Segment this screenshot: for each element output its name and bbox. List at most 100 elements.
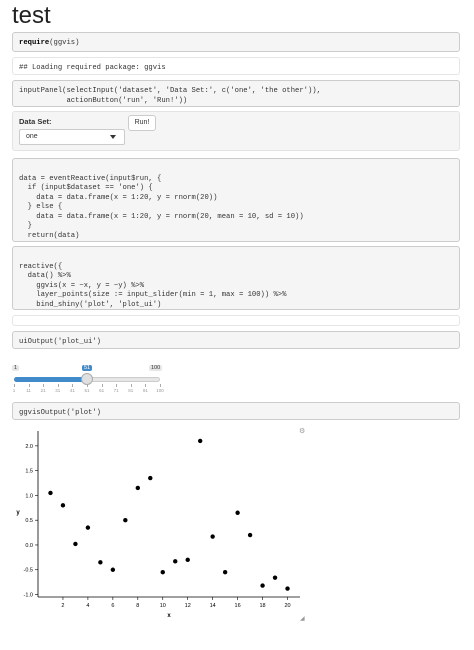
select-label: Data Set: bbox=[19, 117, 52, 126]
code-block-require: require(ggvis) bbox=[12, 32, 460, 52]
slider-tick bbox=[72, 384, 74, 387]
slider-max-label: 100 bbox=[149, 365, 163, 371]
x-tick-label: 20 bbox=[284, 603, 290, 609]
code-keyword: require bbox=[19, 39, 50, 47]
input-panel: Data Set: one Run! bbox=[12, 111, 460, 151]
data-point bbox=[123, 517, 128, 523]
slider-tick-label: 1 bbox=[12, 388, 16, 393]
data-point bbox=[222, 570, 228, 575]
resize-handle-icon[interactable]: ◢ bbox=[300, 615, 305, 622]
y-tick-label: 0.5 bbox=[25, 518, 33, 524]
x-tick-label: 10 bbox=[160, 603, 166, 609]
y-tick-label: 1.0 bbox=[25, 493, 33, 499]
run-button[interactable]: Run! bbox=[128, 115, 156, 131]
slider-min-label: 1 bbox=[12, 365, 20, 371]
data-point bbox=[197, 438, 203, 444]
data-point bbox=[135, 485, 141, 491]
y-tick-label: 0.0 bbox=[25, 543, 33, 549]
y-tick-label: -0.5 bbox=[24, 568, 33, 574]
x-tick-label: 6 bbox=[111, 603, 114, 609]
data-point bbox=[173, 559, 178, 564]
slider-tick bbox=[43, 384, 45, 387]
data-point bbox=[60, 503, 66, 508]
empty-output-box bbox=[12, 315, 460, 326]
caret-down-icon bbox=[110, 135, 116, 139]
slider-tick bbox=[145, 384, 147, 387]
x-tick-label: 16 bbox=[235, 603, 241, 609]
x-tick-label: 2 bbox=[61, 603, 64, 609]
slider-fill bbox=[14, 377, 88, 382]
slider-tick-label: 71 bbox=[113, 388, 119, 393]
x-tick-label: 14 bbox=[210, 603, 216, 609]
y-tick-label: 2.0 bbox=[25, 444, 33, 450]
slider-tick-label: 61 bbox=[99, 388, 105, 393]
code-line: data = data.frame(x = 1:20, y = rnorm(20… bbox=[19, 193, 218, 202]
code-line: inputPanel(selectInput('dataset', 'Data … bbox=[19, 87, 321, 95]
data-point bbox=[110, 567, 116, 572]
code-line: data = data.frame(x = 1:20, y = rnorm(20… bbox=[19, 212, 304, 221]
y-tick-label: 1.5 bbox=[25, 469, 33, 475]
data-point bbox=[98, 560, 103, 565]
code-output-loading: ## Loading required package: ggvis bbox=[12, 57, 460, 75]
data-point bbox=[85, 525, 91, 530]
data-point bbox=[272, 575, 278, 580]
x-axis-label: x bbox=[167, 613, 171, 619]
x-tick-label: 12 bbox=[185, 603, 191, 609]
slider-tick-label: 91 bbox=[142, 388, 148, 393]
slider-tick-row: 1 11 21 31 41 51 61 71 81 91 100 bbox=[12, 384, 164, 394]
code-line: ggvis(x = ~x, y = ~y) %>% bbox=[19, 281, 145, 290]
data-point bbox=[247, 532, 253, 538]
select-value: one bbox=[26, 133, 38, 140]
data-point bbox=[148, 475, 153, 481]
code-block-event-reactive: data = eventReactive(input$run, { if (in… bbox=[12, 158, 460, 242]
x-tick-label: 18 bbox=[260, 603, 266, 609]
code-line: bind_shiny('plot', 'plot_ui') bbox=[19, 300, 162, 309]
data-point bbox=[185, 557, 190, 563]
data-point bbox=[260, 583, 265, 588]
slider-tick bbox=[87, 384, 88, 387]
slider-tick bbox=[116, 384, 118, 387]
slider-tick bbox=[101, 384, 103, 387]
slider-tick bbox=[14, 384, 15, 387]
slider-tick-label: 100 bbox=[156, 388, 164, 393]
code-line: actionButton('run', 'Run!')) bbox=[19, 96, 188, 105]
code-line: if (input$dataset == 'one') { bbox=[19, 184, 153, 192]
code-line: data() %>% bbox=[19, 272, 71, 280]
data-point bbox=[235, 510, 240, 515]
slider-tick-label: 31 bbox=[55, 388, 61, 393]
code-block-ui-output: uiOutput('plot_ui') bbox=[12, 331, 460, 349]
slider-tick-label: 51 bbox=[84, 388, 90, 393]
code-line: layer_points(size := input_slider(min = … bbox=[19, 291, 287, 299]
code-line: reactive({ bbox=[19, 262, 63, 271]
code-block-ggvis-output: ggvisOutput('plot') bbox=[12, 402, 460, 420]
data-point bbox=[160, 570, 165, 575]
data-point bbox=[210, 534, 215, 539]
slider-tick-label: 11 bbox=[26, 388, 31, 393]
scatter-plot: -1.0 -0.5 0.0 0.5 1.0 1.5 2.0 2 4 6 8 10 12 14 16 18 20 x… bbox=[16, 431, 300, 619]
x-tick-label: 4 bbox=[86, 603, 89, 609]
page-title: test bbox=[12, 2, 51, 29]
dataset-select[interactable]: one bbox=[19, 129, 125, 145]
slider-tick bbox=[130, 384, 132, 387]
data-point bbox=[48, 490, 53, 496]
code-line: } else { bbox=[19, 203, 63, 211]
code-line: return(data) bbox=[19, 231, 80, 240]
y-tick-label: -1.0 bbox=[24, 593, 33, 599]
slider-tick bbox=[28, 384, 30, 387]
code-line: } bbox=[19, 222, 32, 230]
slider-tick-label: 21 bbox=[40, 388, 46, 393]
slider-tick-label: 41 bbox=[69, 388, 75, 393]
x-tick-label: 8 bbox=[136, 603, 139, 609]
slider-tick bbox=[57, 384, 59, 387]
slider-tick-label: 81 bbox=[128, 388, 134, 393]
data-point bbox=[73, 541, 78, 547]
code-text: (ggvis) bbox=[49, 39, 80, 47]
gear-icon[interactable]: ⚙ bbox=[299, 427, 305, 435]
code-line: data = eventReactive(input$run, { bbox=[19, 174, 162, 183]
code-line: }) bbox=[19, 241, 453, 242]
data-point bbox=[285, 586, 290, 591]
code-block-input-panel: inputPanel(selectInput('dataset', 'Data … bbox=[12, 80, 460, 107]
code-block-reactive: reactive({ data() %>% ggvis(x = ~x, y = … bbox=[12, 246, 460, 310]
y-axis-label: y bbox=[16, 510, 20, 516]
slider-value-label: 51 bbox=[82, 365, 93, 371]
